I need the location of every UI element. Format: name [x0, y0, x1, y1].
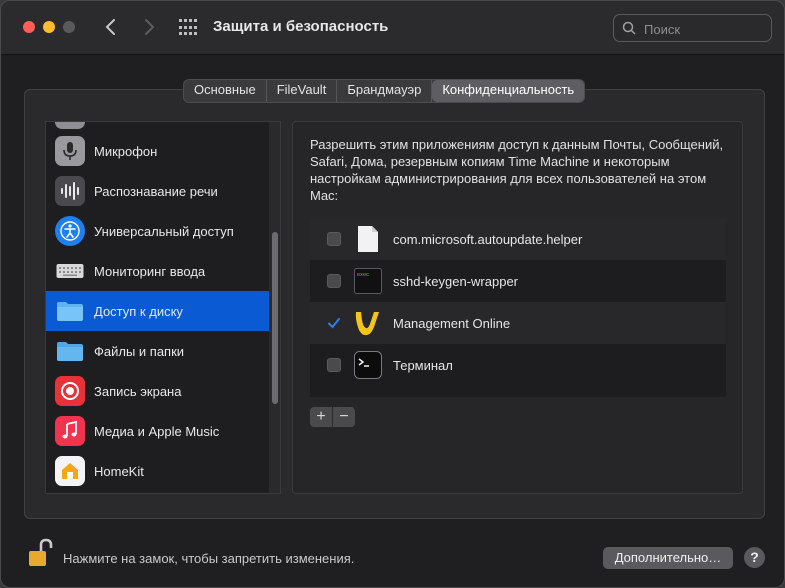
app-label: sshd-keygen-wrapper [393, 273, 519, 289]
tab-bar: Основные FileVault Брандмауэр Конфиденци… [183, 79, 586, 103]
keyboard-icon [55, 256, 85, 286]
app-row-autoupdate-helper[interactable]: com.microsoft.autoupdate.helper [310, 218, 726, 260]
app-label: Management Online [393, 315, 511, 331]
sidebar-item-accessibility[interactable]: Универсальный доступ [46, 211, 269, 251]
folder-icon [55, 336, 85, 366]
sidebar-item-label: Доступ к диску [94, 303, 183, 319]
music-note-icon [55, 416, 85, 446]
sidebar-item-input-monitoring[interactable]: Мониторинг ввода [46, 251, 269, 291]
sidebar-item-full-disk-access[interactable]: Доступ к диску [46, 291, 269, 331]
search-icon [622, 21, 636, 35]
sidebar-item-homekit[interactable]: HomeKit [46, 451, 269, 491]
partial-icon [55, 122, 85, 129]
microphone-icon [55, 136, 85, 166]
show-all-grid-icon[interactable] [179, 19, 197, 37]
app-checkbox[interactable] [327, 274, 341, 288]
privacy-category-list[interactable]: Микрофон Распознавание речи Универсальны… [45, 121, 281, 494]
sidebar-item-label: Мониторинг ввода [94, 263, 206, 279]
app-row-terminal[interactable]: Терминал [310, 344, 726, 386]
accessibility-icon [55, 216, 85, 246]
home-icon [55, 456, 85, 486]
forward-button[interactable] [137, 15, 161, 39]
app-checkbox[interactable] [327, 232, 341, 246]
sidebar-item-label: HomeKit [94, 463, 144, 479]
screen-record-icon [55, 376, 85, 406]
help-button[interactable]: ? [744, 547, 765, 568]
folder-icon [55, 296, 85, 326]
management-online-icon [353, 308, 383, 338]
sidebar-item-label: Запись экрана [94, 383, 182, 399]
app-label: Терминал [393, 357, 453, 373]
sidebar-item-label: Файлы и папки [94, 343, 185, 359]
sidebar-item-speech-recognition[interactable]: Распознавание речи [46, 171, 269, 211]
sidebar-item-label: Распознавание речи [94, 183, 218, 199]
app-row-management-online[interactable]: Management Online [310, 302, 726, 344]
scrollbar-thumb[interactable] [272, 232, 278, 404]
sidebar-item-screen-recording[interactable]: Запись экрана [46, 371, 269, 411]
zoom-window-button[interactable] [63, 21, 75, 33]
tab-general[interactable]: Основные [184, 80, 267, 102]
tab-firewall[interactable]: Брандмауэр [337, 80, 433, 102]
back-button[interactable] [99, 15, 123, 39]
tab-privacy[interactable]: Конфиденциальность [432, 80, 585, 102]
checkmark-icon [328, 318, 340, 329]
add-remove-controls: + − [310, 407, 355, 427]
speech-recognition-icon [55, 176, 85, 206]
app-label: com.microsoft.autoupdate.helper [393, 231, 583, 247]
app-row-sshd-keygen-wrapper[interactable]: exec sshd-keygen-wrapper [310, 260, 726, 302]
sidebar-item-microphone[interactable]: Микрофон [46, 131, 269, 171]
terminal-exec-icon: exec [353, 266, 383, 296]
security-window: Защита и безопасность Основные FileVault… [0, 0, 785, 588]
tab-filevault[interactable]: FileVault [267, 80, 338, 102]
chevron-right-icon [145, 19, 155, 35]
sidebar-item-label: Микрофон [94, 143, 158, 159]
window-title: Защита и безопасность [213, 18, 389, 35]
chevron-left-icon [105, 19, 115, 35]
terminal-icon [353, 350, 383, 380]
access-description: Разрешить этим приложениям доступ к данн… [310, 137, 724, 203]
app-checkbox-checked[interactable] [327, 316, 341, 330]
sidebar-scrollbar[interactable] [269, 122, 280, 493]
document-icon [353, 224, 383, 254]
lock-hint-text: Нажмите на замок, чтобы запретить измене… [63, 551, 355, 566]
minimize-window-button[interactable] [43, 21, 55, 33]
sidebar-item-label: Универсальный доступ [94, 223, 234, 239]
titlebar: Защита и безопасность [1, 1, 784, 55]
search-input[interactable] [642, 19, 766, 39]
close-window-button[interactable] [23, 21, 35, 33]
app-checkbox[interactable] [327, 358, 341, 372]
remove-app-button[interactable]: − [333, 407, 355, 427]
unlocked-padlock-icon[interactable] [28, 538, 54, 573]
svg-text:exec: exec [357, 272, 369, 278]
search-field[interactable] [613, 14, 772, 42]
sidebar-item-files-and-folders[interactable]: Файлы и папки [46, 331, 269, 371]
advanced-button[interactable]: Дополнительно… [603, 547, 733, 569]
app-list[interactable]: com.microsoft.autoupdate.helper exec ssh… [310, 218, 726, 397]
add-app-button[interactable]: + [310, 407, 333, 427]
sidebar-item-media-apple-music[interactable]: Медиа и Apple Music [46, 411, 269, 451]
sidebar-item-label: Медиа и Apple Music [94, 423, 220, 439]
